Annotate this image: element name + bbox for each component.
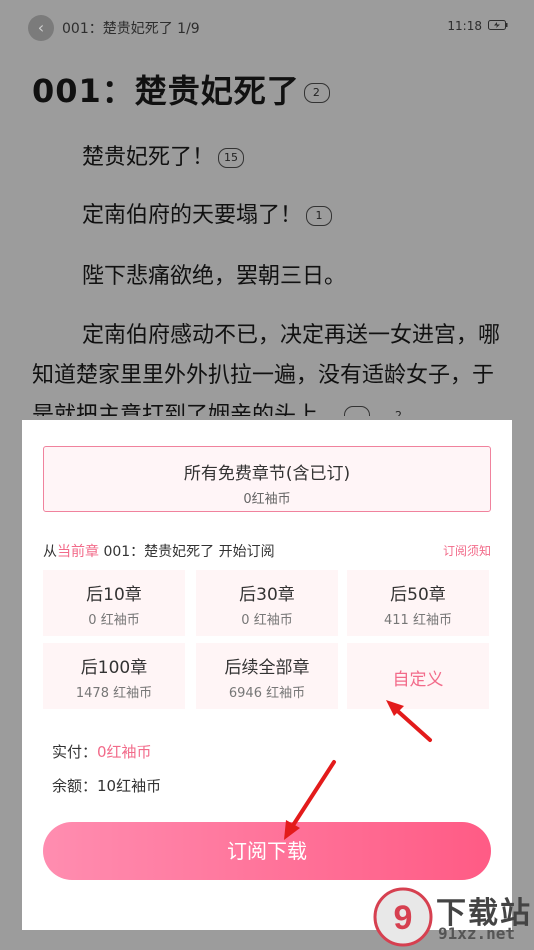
- arrow-icon: [386, 700, 432, 742]
- site-logo-icon: 9: [373, 887, 433, 947]
- annotation-arrows: [284, 700, 432, 840]
- watermark-site: 91xz.net: [438, 924, 516, 943]
- arrow-icon: [284, 760, 336, 840]
- site-logo-text: 9: [394, 899, 413, 937]
- watermark: 9 下载站 91xz.net: [372, 886, 532, 948]
